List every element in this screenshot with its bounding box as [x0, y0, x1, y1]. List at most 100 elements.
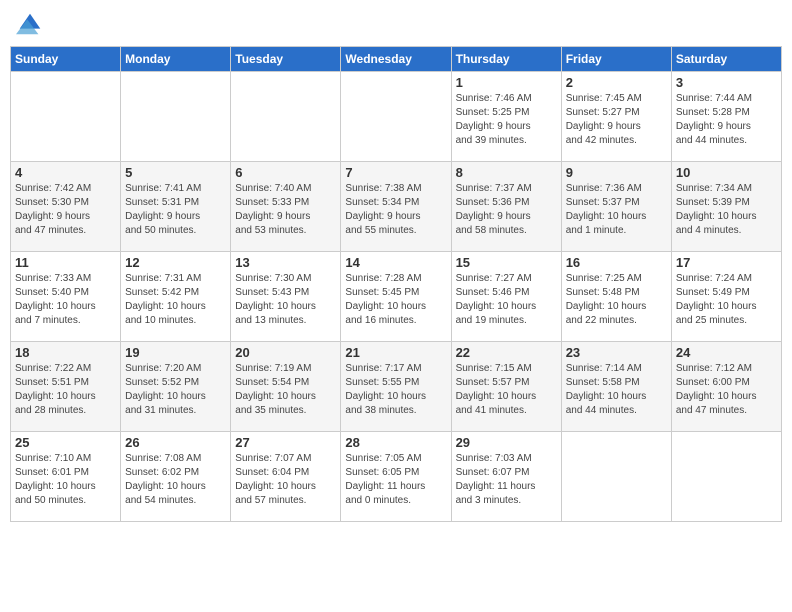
day-number: 7	[345, 165, 446, 180]
day-info: Sunrise: 7:37 AM Sunset: 5:36 PM Dayligh…	[456, 182, 557, 238]
day-info: Sunrise: 7:05 AM Sunset: 6:05 PM Dayligh…	[345, 452, 446, 508]
calendar-row: 1 Sunrise: 7:46 AM Sunset: 5:25 PM Daylig…	[11, 72, 782, 162]
calendar-cell: 27 Sunrise: 7:07 AM Sunset: 6:04 PM Dayli…	[231, 432, 341, 522]
day-number: 12	[125, 255, 226, 270]
calendar-cell	[671, 432, 781, 522]
day-number: 2	[566, 75, 667, 90]
calendar-cell: 9 Sunrise: 7:36 AM Sunset: 5:37 PM Daylig…	[561, 162, 671, 252]
weekday-header: Sunday	[11, 47, 121, 72]
day-number: 8	[456, 165, 557, 180]
calendar-cell: 15Sunrise: 7:27 AM Sunset: 5:46 PM Dayli…	[451, 252, 561, 342]
day-number: 23	[566, 345, 667, 360]
day-number: 4	[15, 165, 116, 180]
day-info: Sunrise: 7:42 AM Sunset: 5:30 PM Dayligh…	[15, 182, 116, 238]
calendar-cell: 26 Sunrise: 7:08 AM Sunset: 6:02 PM Dayli…	[121, 432, 231, 522]
calendar-cell: 28 Sunrise: 7:05 AM Sunset: 6:05 PM Dayli…	[341, 432, 451, 522]
calendar-table: SundayMondayTuesdayWednesdayThursdayFrid…	[10, 46, 782, 522]
day-info: Sunrise: 7:03 AM Sunset: 6:07 PM Dayligh…	[456, 452, 557, 508]
day-info: Sunrise: 7:33 AM Sunset: 5:40 PM Dayligh…	[15, 272, 116, 328]
day-info: Sunrise: 7:28 AM Sunset: 5:45 PM Dayligh…	[345, 272, 446, 328]
day-info: Sunrise: 7:38 AM Sunset: 5:34 PM Dayligh…	[345, 182, 446, 238]
calendar-cell: 19Sunrise: 7:20 AM Sunset: 5:52 PM Dayli…	[121, 342, 231, 432]
day-info: Sunrise: 7:15 AM Sunset: 5:57 PM Dayligh…	[456, 362, 557, 418]
day-number: 5	[125, 165, 226, 180]
day-number: 18	[15, 345, 116, 360]
calendar-cell: 16 Sunrise: 7:25 AM Sunset: 5:48 PM Dayli…	[561, 252, 671, 342]
calendar-cell	[341, 72, 451, 162]
day-info: Sunrise: 7:19 AM Sunset: 5:54 PM Dayligh…	[235, 362, 336, 418]
weekday-header: Saturday	[671, 47, 781, 72]
day-number: 11	[15, 255, 116, 270]
weekday-header: Friday	[561, 47, 671, 72]
calendar-cell: 1 Sunrise: 7:46 AM Sunset: 5:25 PM Daylig…	[451, 72, 561, 162]
calendar-cell: 17Sunrise: 7:24 AM Sunset: 5:49 PM Dayli…	[671, 252, 781, 342]
day-info: Sunrise: 7:14 AM Sunset: 5:58 PM Dayligh…	[566, 362, 667, 418]
calendar-cell: 14 Sunrise: 7:28 AM Sunset: 5:45 PM Dayli…	[341, 252, 451, 342]
calendar-cell: 29 Sunrise: 7:03 AM Sunset: 6:07 PM Dayli…	[451, 432, 561, 522]
calendar-cell: 20 Sunrise: 7:19 AM Sunset: 5:54 PM Dayli…	[231, 342, 341, 432]
day-number: 26	[125, 435, 226, 450]
calendar-cell: 11 Sunrise: 7:33 AM Sunset: 5:40 PM Dayli…	[11, 252, 121, 342]
calendar-cell: 21 Sunrise: 7:17 AM Sunset: 5:55 PM Dayli…	[341, 342, 451, 432]
calendar-cell: 13 Sunrise: 7:30 AM Sunset: 5:43 PM Dayli…	[231, 252, 341, 342]
day-info: Sunrise: 7:36 AM Sunset: 5:37 PM Dayligh…	[566, 182, 667, 238]
calendar-row: 18 Sunrise: 7:22 AM Sunset: 5:51 PM Dayli…	[11, 342, 782, 432]
weekday-header: Tuesday	[231, 47, 341, 72]
calendar-header-row: SundayMondayTuesdayWednesdayThursdayFrid…	[11, 47, 782, 72]
day-info: Sunrise: 7:25 AM Sunset: 5:48 PM Dayligh…	[566, 272, 667, 328]
day-number: 22	[456, 345, 557, 360]
calendar-cell	[561, 432, 671, 522]
day-info: Sunrise: 7:22 AM Sunset: 5:51 PM Dayligh…	[15, 362, 116, 418]
day-number: 14	[345, 255, 446, 270]
day-info: Sunrise: 7:34 AM Sunset: 5:39 PM Dayligh…	[676, 182, 777, 238]
weekday-header: Thursday	[451, 47, 561, 72]
day-number: 6	[235, 165, 336, 180]
day-info: Sunrise: 7:41 AM Sunset: 5:31 PM Dayligh…	[125, 182, 226, 238]
logo	[14, 10, 44, 38]
day-info: Sunrise: 7:12 AM Sunset: 6:00 PM Dayligh…	[676, 362, 777, 418]
calendar-cell: 18 Sunrise: 7:22 AM Sunset: 5:51 PM Dayli…	[11, 342, 121, 432]
day-info: Sunrise: 7:40 AM Sunset: 5:33 PM Dayligh…	[235, 182, 336, 238]
calendar-cell: 8 Sunrise: 7:37 AM Sunset: 5:36 PM Daylig…	[451, 162, 561, 252]
day-info: Sunrise: 7:45 AM Sunset: 5:27 PM Dayligh…	[566, 92, 667, 148]
calendar-cell: 23 Sunrise: 7:14 AM Sunset: 5:58 PM Dayli…	[561, 342, 671, 432]
day-info: Sunrise: 7:27 AM Sunset: 5:46 PM Dayligh…	[456, 272, 557, 328]
calendar-cell: 2 Sunrise: 7:45 AM Sunset: 5:27 PM Daylig…	[561, 72, 671, 162]
day-number: 25	[15, 435, 116, 450]
day-number: 28	[345, 435, 446, 450]
day-number: 21	[345, 345, 446, 360]
calendar-cell: 5 Sunrise: 7:41 AM Sunset: 5:31 PM Daylig…	[121, 162, 231, 252]
weekday-header: Monday	[121, 47, 231, 72]
day-number: 9	[566, 165, 667, 180]
calendar-row: 25Sunrise: 7:10 AM Sunset: 6:01 PM Dayli…	[11, 432, 782, 522]
day-number: 10	[676, 165, 777, 180]
day-info: Sunrise: 7:07 AM Sunset: 6:04 PM Dayligh…	[235, 452, 336, 508]
day-number: 1	[456, 75, 557, 90]
calendar-cell: 3Sunrise: 7:44 AM Sunset: 5:28 PM Daylig…	[671, 72, 781, 162]
calendar-cell	[231, 72, 341, 162]
day-info: Sunrise: 7:46 AM Sunset: 5:25 PM Dayligh…	[456, 92, 557, 148]
logo-icon	[16, 10, 44, 38]
calendar-row: 4 Sunrise: 7:42 AM Sunset: 5:30 PM Daylig…	[11, 162, 782, 252]
calendar-cell: 7 Sunrise: 7:38 AM Sunset: 5:34 PM Daylig…	[341, 162, 451, 252]
day-number: 13	[235, 255, 336, 270]
calendar-cell: 6 Sunrise: 7:40 AM Sunset: 5:33 PM Daylig…	[231, 162, 341, 252]
day-number: 27	[235, 435, 336, 450]
day-info: Sunrise: 7:31 AM Sunset: 5:42 PM Dayligh…	[125, 272, 226, 328]
day-number: 29	[456, 435, 557, 450]
day-info: Sunrise: 7:17 AM Sunset: 5:55 PM Dayligh…	[345, 362, 446, 418]
calendar-row: 11 Sunrise: 7:33 AM Sunset: 5:40 PM Dayli…	[11, 252, 782, 342]
day-info: Sunrise: 7:08 AM Sunset: 6:02 PM Dayligh…	[125, 452, 226, 508]
day-info: Sunrise: 7:44 AM Sunset: 5:28 PM Dayligh…	[676, 92, 777, 148]
day-info: Sunrise: 7:30 AM Sunset: 5:43 PM Dayligh…	[235, 272, 336, 328]
calendar-cell: 25Sunrise: 7:10 AM Sunset: 6:01 PM Dayli…	[11, 432, 121, 522]
calendar-cell: 24 Sunrise: 7:12 AM Sunset: 6:00 PM Dayli…	[671, 342, 781, 432]
day-number: 17	[676, 255, 777, 270]
calendar-cell: 22 Sunrise: 7:15 AM Sunset: 5:57 PM Dayli…	[451, 342, 561, 432]
day-number: 20	[235, 345, 336, 360]
day-number: 16	[566, 255, 667, 270]
calendar-cell	[11, 72, 121, 162]
day-info: Sunrise: 7:20 AM Sunset: 5:52 PM Dayligh…	[125, 362, 226, 418]
day-number: 24	[676, 345, 777, 360]
page-header	[10, 10, 782, 38]
